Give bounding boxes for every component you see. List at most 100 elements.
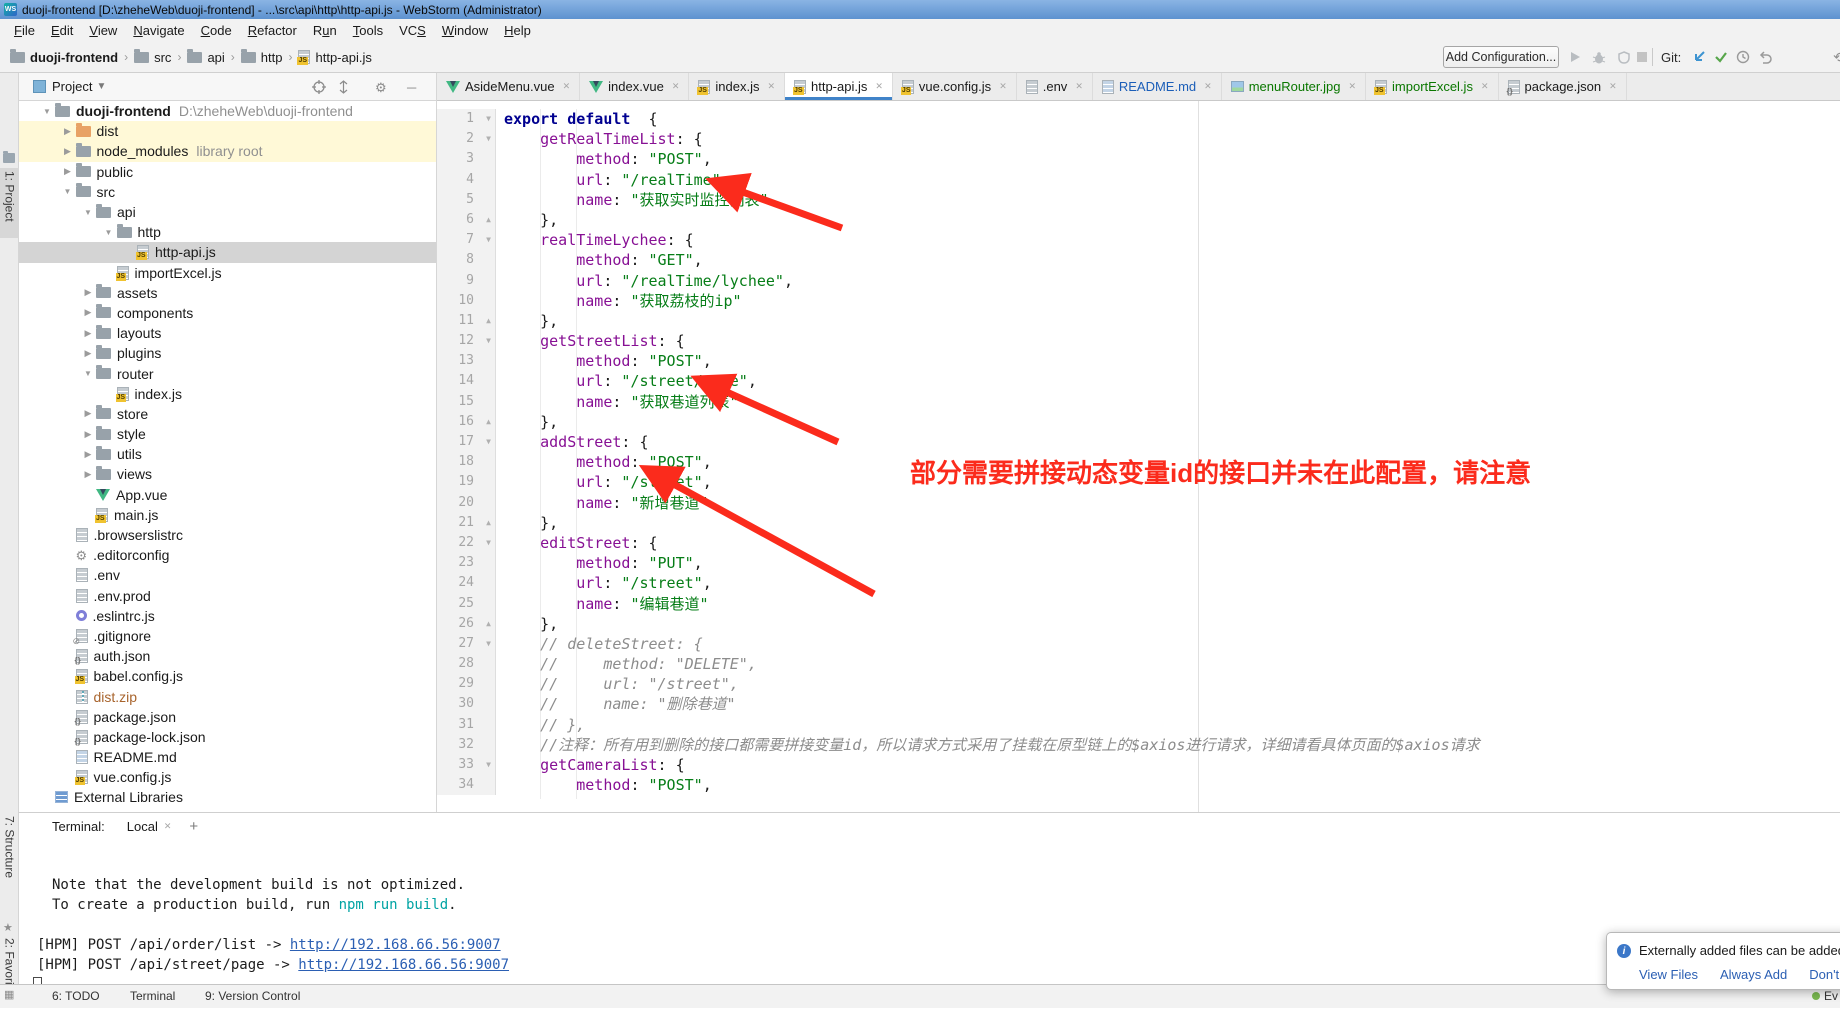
chevron-open-icon[interactable]: ▼ xyxy=(80,369,96,378)
settings-gear-icon[interactable]: ⚙ xyxy=(375,80,387,96)
menu-run[interactable]: Run xyxy=(305,23,345,38)
menu-view[interactable]: View xyxy=(81,23,125,38)
tree-item-http-api.js[interactable]: JShttp-api.js xyxy=(19,242,436,262)
tree-item-public[interactable]: ▶public xyxy=(19,162,436,182)
code-line-21[interactable]: 21▲ }, xyxy=(437,513,1840,533)
fold-open-icon[interactable]: ▼ xyxy=(482,109,496,129)
chevron-closed-icon[interactable]: ▶ xyxy=(80,449,96,460)
breadcrumb-item[interactable]: duoji-frontend xyxy=(10,50,118,65)
tree-item-store[interactable]: ▶store xyxy=(19,404,436,424)
tree-item-http[interactable]: ▼http xyxy=(19,222,436,242)
chevron-open-icon[interactable]: ▼ xyxy=(80,208,96,217)
chevron-closed-icon[interactable]: ▶ xyxy=(80,307,96,318)
fold-open-icon[interactable]: ▼ xyxy=(482,432,496,452)
menu-window[interactable]: Window xyxy=(434,23,496,38)
close-icon[interactable]: ✕ xyxy=(563,81,571,92)
tree-item-components[interactable]: ▶components xyxy=(19,303,436,323)
code-line-1[interactable]: 1▼export default { xyxy=(437,109,1840,129)
chevron-closed-icon[interactable]: ▶ xyxy=(80,287,96,298)
close-icon[interactable]: ✕ xyxy=(164,821,172,832)
status-item[interactable]: Terminal xyxy=(130,989,175,1003)
tree-item-babel.config.js[interactable]: JSbabel.config.js xyxy=(19,666,436,686)
tab-.env[interactable]: .env✕ xyxy=(1017,73,1093,100)
tree-item-auth.json[interactable]: {}auth.json xyxy=(19,646,436,666)
collapse-all-icon[interactable] xyxy=(337,80,350,97)
chevron-closed-icon[interactable]: ▶ xyxy=(80,328,96,339)
menu-tools[interactable]: Tools xyxy=(345,23,391,38)
terminal-link[interactable]: http://192.168.66.56:9007 xyxy=(290,937,501,953)
chevron-open-icon[interactable]: ▼ xyxy=(101,228,117,237)
notification-action[interactable]: Don't Ask Agai xyxy=(1809,967,1840,982)
chevron-open-icon[interactable]: ▼ xyxy=(60,187,76,196)
tree-item-assets[interactable]: ▶assets xyxy=(19,283,436,303)
breadcrumb-item[interactable]: JShttp-api.js xyxy=(298,50,371,65)
notification-action[interactable]: View Files xyxy=(1639,967,1698,982)
code-line-34[interactable]: 34 method: "POST", xyxy=(437,775,1840,795)
stripe-project-button[interactable]: 1: Project xyxy=(0,168,19,238)
tree-item-importExcel.js[interactable]: JSimportExcel.js xyxy=(19,263,436,283)
status-item[interactable]: 9: Version Control xyxy=(205,989,300,1003)
code-line-16[interactable]: 16▲ }, xyxy=(437,412,1840,432)
close-icon[interactable]: ✕ xyxy=(1348,81,1356,92)
chevron-closed-icon[interactable]: ▶ xyxy=(80,408,96,419)
code-line-2[interactable]: 2▼ getRealTimeList: { xyxy=(437,129,1840,149)
chevron-closed-icon[interactable]: ▶ xyxy=(60,126,76,137)
run-with-coverage-icon[interactable] xyxy=(1615,49,1633,65)
tree-item-src[interactable]: ▼src xyxy=(19,182,436,202)
tab-index.js[interactable]: JSindex.js✕ xyxy=(689,73,785,100)
code-line-26[interactable]: 26▲ }, xyxy=(437,614,1840,634)
menu-vcs[interactable]: VCS xyxy=(391,23,434,38)
terminal-output[interactable]: Note that the development build is not o… xyxy=(19,875,509,995)
code-line-5[interactable]: 5 name: "获取实时监控列表" xyxy=(437,190,1840,210)
fold-open-icon[interactable]: ▼ xyxy=(482,533,496,553)
terminal-link[interactable]: http://192.168.66.56:9007 xyxy=(298,957,509,973)
rollback-icon[interactable] xyxy=(1756,49,1774,65)
menu-refactor[interactable]: Refactor xyxy=(240,23,305,38)
tree-item-.gitignore[interactable]: .gitignore xyxy=(19,626,436,646)
tree-item-layouts[interactable]: ▶layouts xyxy=(19,323,436,343)
chevron-closed-icon[interactable]: ▶ xyxy=(80,348,96,359)
tree-item-README.md[interactable]: README.md xyxy=(19,747,436,767)
code-line-24[interactable]: 24 url: "/street", xyxy=(437,573,1840,593)
tree-item-.eslintrc.js[interactable]: .eslintrc.js xyxy=(19,606,436,626)
close-icon[interactable]: ✕ xyxy=(1609,81,1617,92)
stripe-structure-button[interactable]: 7: Structure xyxy=(0,813,19,891)
tree-item-.editorconfig[interactable]: .editorconfig xyxy=(19,545,436,565)
status-item[interactable]: 6: TODO xyxy=(52,989,100,1003)
tree-item-.env[interactable]: .env xyxy=(19,565,436,585)
code-line-33[interactable]: 33▼ getCameraList: { xyxy=(437,755,1840,775)
chevron-closed-icon[interactable]: ▶ xyxy=(80,469,96,480)
tab-menuRouter.jpg[interactable]: menuRouter.jpg✕ xyxy=(1222,73,1366,100)
tree-item-dist.zip[interactable]: dist.zip xyxy=(19,686,436,706)
menu-file[interactable]: File xyxy=(6,23,43,38)
tab-AsideMenu.vue[interactable]: AsideMenu.vue✕ xyxy=(437,73,580,100)
code-line-28[interactable]: 28 // method: "DELETE", xyxy=(437,654,1840,674)
close-icon[interactable]: ✕ xyxy=(672,81,680,92)
code-line-23[interactable]: 23 method: "PUT", xyxy=(437,553,1840,573)
new-terminal-session-button[interactable]: + xyxy=(189,818,198,835)
fold-close-icon[interactable]: ▲ xyxy=(482,412,496,432)
code-line-9[interactable]: 9 url: "/realTime/lychee", xyxy=(437,271,1840,291)
code-line-25[interactable]: 25 name: "编辑巷道" xyxy=(437,594,1840,614)
fold-close-icon[interactable]: ▲ xyxy=(482,210,496,230)
fold-open-icon[interactable]: ▼ xyxy=(482,331,496,351)
code-line-15[interactable]: 15 name: "获取巷道列表" xyxy=(437,392,1840,412)
history-icon[interactable] xyxy=(1734,49,1752,65)
tree-item-router[interactable]: ▼router xyxy=(19,363,436,383)
fold-open-icon[interactable]: ▼ xyxy=(482,230,496,250)
chevron-closed-icon[interactable]: ▶ xyxy=(60,146,76,157)
debug-icon[interactable] xyxy=(1590,49,1608,65)
breadcrumb-item[interactable]: http xyxy=(241,50,283,65)
tree-item-node_modules[interactable]: ▶node_moduleslibrary root xyxy=(19,141,436,161)
update-project-icon[interactable] xyxy=(1690,49,1708,65)
tree-item-.env.prod[interactable]: .env.prod xyxy=(19,586,436,606)
tab-package.json[interactable]: {}package.json✕ xyxy=(1499,73,1627,100)
tab-vue.config.js[interactable]: JSvue.config.js✕ xyxy=(893,73,1017,100)
close-icon[interactable]: ✕ xyxy=(999,81,1007,92)
tree-item-package-lock.json[interactable]: {}package-lock.json xyxy=(19,727,436,747)
chevron-open-icon[interactable]: ▼ xyxy=(39,107,55,116)
code-line-11[interactable]: 11▲ }, xyxy=(437,311,1840,331)
menu-navigate[interactable]: Navigate xyxy=(125,23,192,38)
event-log-item[interactable]: Ev xyxy=(1812,989,1838,1003)
fold-open-icon[interactable]: ▼ xyxy=(482,634,496,654)
